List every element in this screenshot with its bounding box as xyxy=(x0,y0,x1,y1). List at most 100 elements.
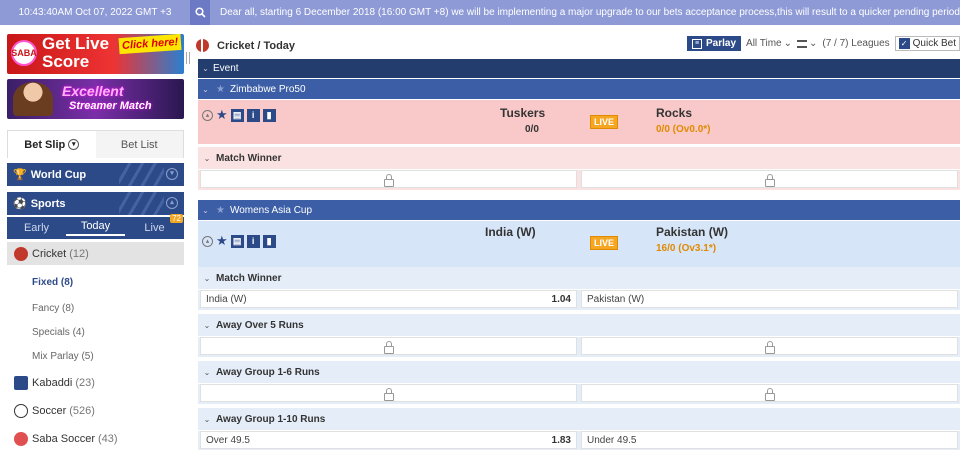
sports-period-tabs: Early Today Live 72 xyxy=(7,214,184,239)
chevron-up-icon: ▴ xyxy=(166,197,178,209)
world-cup-nav[interactable]: 🏆 World Cup ▾ xyxy=(7,163,184,186)
odds-row: Over 49.5 1.83 Under 49.5 xyxy=(198,431,960,450)
sport-item-kabaddi[interactable]: Kabaddi (23) xyxy=(7,371,184,394)
market-header[interactable]: ⌄ Match Winner xyxy=(198,267,960,289)
odds-cell[interactable]: Under 49.5 xyxy=(581,431,958,449)
kabaddi-icon xyxy=(14,375,28,390)
top-bar: 10:43:40AM Oct 07, 2022 GMT +3 Dear all,… xyxy=(0,0,960,25)
sport-count: (43) xyxy=(97,432,118,445)
scoreboard-icon[interactable]: ▤ xyxy=(230,108,244,122)
chevron-down-icon: ▾ xyxy=(166,168,178,180)
market-header[interactable]: ⌄ Away Group 1-6 Runs xyxy=(198,361,960,383)
league-header[interactable]: ⌄ ★ Womens Asia Cup xyxy=(198,200,960,220)
selection-label: India (W) xyxy=(206,293,247,305)
sport-name: Kabaddi xyxy=(32,376,73,389)
banner-line2: Score xyxy=(42,52,90,71)
sport-item-soccer[interactable]: Soccer (526) xyxy=(7,399,184,422)
live-label: Live xyxy=(144,222,165,234)
league-name: Zimbabwe Pro50 xyxy=(229,83,306,95)
collapse-circle-icon[interactable]: ▴ xyxy=(202,235,213,247)
market-header[interactable]: ⌄ Away Group 1-10 Runs xyxy=(198,408,960,430)
home-score: 0/0 xyxy=(525,124,539,135)
parlay-icon: ≡ xyxy=(692,38,702,49)
quick-bet-toggle[interactable]: ✓ Quick Bet xyxy=(894,36,960,51)
collapse-circle-icon[interactable]: ▴ xyxy=(202,109,213,121)
scoreboard-icon[interactable]: ▤ xyxy=(230,234,244,248)
odds-cell-locked xyxy=(200,337,577,355)
live-badge: LIVE xyxy=(590,115,619,129)
odds-row: India (W) 1.04 Pakistan (W) xyxy=(198,290,960,310)
cricket-sub-mix-parlay[interactable]: Mix Parlay (5) xyxy=(7,344,184,368)
time-filter-dropdown[interactable]: All Time ⌄ xyxy=(746,38,792,49)
banner-line1: Get Live xyxy=(42,34,110,53)
info-icon[interactable]: i xyxy=(246,234,260,248)
announcement-marquee: Dear all, starting 6 December 2018 (16:0… xyxy=(220,7,960,18)
selection-label: Over 49.5 xyxy=(206,434,250,446)
market-title: Away Group 1-10 Runs xyxy=(216,413,326,425)
favorite-star-icon[interactable]: ★ xyxy=(216,84,225,95)
market-header[interactable]: ⌄ Match Winner xyxy=(198,147,960,169)
live-badge: LIVE xyxy=(590,236,619,250)
sports-label: Sports xyxy=(30,197,66,210)
league-header[interactable]: ⌄ ★ Zimbabwe Pro50 xyxy=(198,79,960,99)
market-title: Away Over 5 Runs xyxy=(216,319,304,331)
leagues-filter[interactable]: (7 / 7) Leagues xyxy=(822,38,889,49)
away-score: 16/0 (Ov3.1*) xyxy=(656,243,717,254)
odds-cell[interactable]: Pakistan (W) xyxy=(581,290,958,308)
streamer-line1: Excellent xyxy=(62,83,124,99)
home-team: India (W) xyxy=(485,225,536,239)
parlay-button[interactable]: ≡ Parlay xyxy=(687,36,742,51)
sport-item-cricket[interactable]: Cricket (12) xyxy=(7,242,184,265)
sport-count: (526) xyxy=(69,404,95,417)
sort-icon xyxy=(796,39,807,48)
favorite-star-icon[interactable]: ★ xyxy=(216,107,228,123)
sport-name: Cricket xyxy=(32,247,67,260)
selection-label: Under 49.5 xyxy=(587,434,637,446)
match-icons: ▴ ★ ▤ i ▮ xyxy=(198,100,298,130)
quick-bet-label: Quick Bet xyxy=(912,38,956,49)
sport-count: (12) xyxy=(69,247,89,260)
chevron-down-icon: ⌄ xyxy=(202,205,209,215)
checkbox-checked-icon: ✓ xyxy=(898,38,910,49)
sport-item-saba-soccer[interactable]: Saba Soccer (43) xyxy=(7,427,184,450)
odds-cell-locked xyxy=(200,170,577,188)
stats-icon[interactable]: ▮ xyxy=(262,108,276,122)
cricket-sub-fancy[interactable]: Fancy (8) xyxy=(7,296,184,320)
tab-bet-slip[interactable]: Bet Slip ▾ xyxy=(8,131,96,158)
lock-icon xyxy=(383,174,394,187)
cricket-sub-specials[interactable]: Specials (4) xyxy=(7,320,184,344)
search-icon[interactable] xyxy=(190,0,210,25)
left-sidebar: SABA Get Live Score Click here! Excellen… xyxy=(0,25,190,450)
time-filter-value: All Time xyxy=(746,38,782,49)
soccer-icon xyxy=(14,403,28,418)
sort-dropdown[interactable]: ⌄ xyxy=(796,38,817,49)
odds-cell-locked xyxy=(581,384,958,402)
chevron-down-icon[interactable]: ⌄ xyxy=(198,64,213,73)
streamer-banner[interactable]: Excellent Streamer Match xyxy=(7,79,184,119)
tab-live[interactable]: Live 72 xyxy=(125,214,184,234)
stats-icon[interactable]: ▮ xyxy=(262,234,276,248)
tab-early[interactable]: Early xyxy=(7,222,66,234)
chevron-down-icon: ⌄ xyxy=(202,84,209,94)
resize-handle[interactable] xyxy=(186,52,190,64)
favorite-star-icon[interactable]: ★ xyxy=(216,233,228,249)
info-icon[interactable]: i xyxy=(246,108,260,122)
tab-bet-list[interactable]: Bet List xyxy=(95,131,183,158)
cricket-sub-fixed[interactable]: Fixed (8) xyxy=(7,270,184,294)
sports-nav[interactable]: ⚽ Sports ▴ xyxy=(7,192,184,215)
market-header[interactable]: ⌄ Away Over 5 Runs xyxy=(198,314,960,336)
market-title: Match Winner xyxy=(216,152,282,164)
odds-cell[interactable]: India (W) 1.04 xyxy=(200,290,577,308)
trophy-icon: 🏆 xyxy=(13,169,27,181)
main-header: Cricket / Today ≡ Parlay All Time ⌄ ⌄ (7 /… xyxy=(193,33,960,58)
favorite-star-icon[interactable]: ★ xyxy=(216,205,225,216)
odds-cell-locked xyxy=(200,384,577,402)
server-time: 10:43:40AM Oct 07, 2022 GMT +3 xyxy=(18,7,172,18)
tab-today[interactable]: Today xyxy=(66,220,125,236)
leagues-label: (7 / 7) Leagues xyxy=(822,38,890,49)
streamer-image xyxy=(13,82,53,116)
live-score-banner[interactable]: SABA Get Live Score Click here! xyxy=(7,34,184,74)
odds-cell[interactable]: Over 49.5 1.83 xyxy=(200,431,577,449)
match-icons: ▴ ★ ▤ i ▮ xyxy=(198,221,298,261)
click-here-label: Click here! xyxy=(118,34,182,55)
